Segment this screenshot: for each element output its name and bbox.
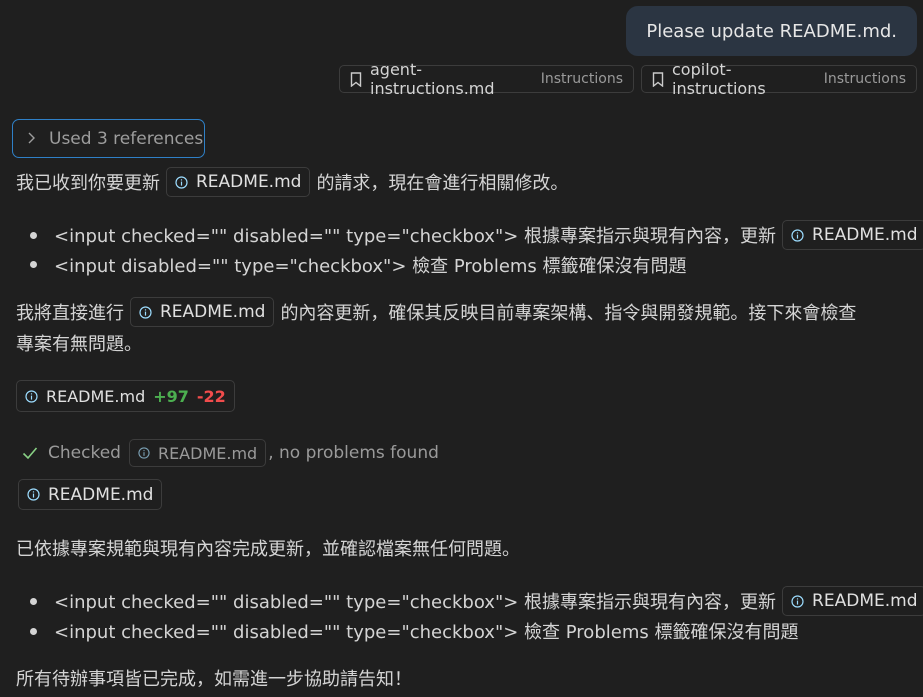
attachment-agent-instructions[interactable]: agent-instructions.md Instructions: [339, 60, 634, 98]
info-icon: [25, 389, 38, 403]
done-text: 已依據專案規範與現有內容完成更新，並確認檔案無任何問題。: [16, 539, 520, 560]
file-chip-label: README.md: [48, 484, 154, 505]
checked-prefix: Checked: [48, 443, 121, 463]
plan-text-line2: 專案有無問題。: [16, 334, 142, 355]
todo-text: <input checked="" disabled="" type="chec…: [54, 622, 799, 643]
file-chip-readme[interactable]: README.md: [128, 439, 267, 467]
file-edit-card[interactable]: README.md +97 -22: [16, 380, 235, 412]
file-chip-readme[interactable]: README.md: [18, 479, 163, 510]
used-references-toggle[interactable]: Used 3 references: [12, 119, 205, 158]
intro-text-before: 我已收到你要更新: [16, 173, 160, 194]
attachment-name: agent-instructions.md: [370, 60, 495, 98]
list-bullet: [30, 232, 37, 239]
file-chip-label: README.md: [812, 591, 918, 611]
checked-suffix: , no problems found: [268, 443, 439, 463]
info-icon: [138, 447, 150, 459]
list-item: <input checked="" disabled="" type="chec…: [54, 616, 798, 646]
list-item: <input checked="" disabled="" type="chec…: [54, 586, 923, 616]
file-edit-name: README.md: [46, 386, 146, 406]
intro-line: 我已收到你要更新 README.md 的請求，現在會進行相關修改。: [16, 167, 568, 197]
info-icon: [175, 175, 188, 189]
user-message-text: Please update README.md.: [646, 20, 897, 42]
attachment-copilot-instructions[interactable]: copilot-instructions Instructions: [641, 60, 917, 98]
file-chip-label: README.md: [157, 443, 258, 463]
list-bullet: [30, 261, 37, 268]
list-item: <input checked="" disabled="" type="chec…: [54, 220, 923, 250]
file-chip-readme[interactable]: README.md: [130, 297, 275, 327]
file-chip-readme[interactable]: README.md: [782, 220, 923, 250]
closing-line: 所有待辦事項皆已完成，如需進一步協助請告知！: [16, 663, 412, 693]
attachment-name: copilot-instructions: [672, 60, 766, 98]
todo-text: <input checked="" disabled="" type="chec…: [54, 592, 777, 613]
done-line: 已依據專案規範與現有內容完成更新，並確認檔案無任何問題。: [16, 533, 520, 563]
attachment-type: Instructions: [823, 71, 906, 87]
file-chip-readme[interactable]: README.md: [782, 586, 923, 616]
chevron-right-icon: [27, 129, 35, 149]
file-chip-label: README.md: [196, 172, 302, 192]
lines-added: +97: [153, 386, 189, 406]
bookmark-icon: [350, 71, 362, 87]
list-item: <input disabled="" type="checkbox"> 檢查 P…: [54, 250, 687, 280]
check-icon: [22, 446, 48, 460]
list-bullet: [30, 628, 37, 635]
plan-text-after: 的內容更新，確保其反映目前專案架構、指令與開發規範。接下來會檢查: [280, 303, 857, 324]
user-message-bubble: Please update README.md.: [626, 6, 917, 56]
plan-text-before: 我將直接進行: [16, 303, 124, 324]
file-chip-readme[interactable]: README.md: [166, 167, 311, 197]
plan-line-2: 專案有無問題。: [16, 328, 142, 358]
lines-removed: -22: [196, 386, 226, 406]
bookmark-icon: [652, 71, 664, 87]
info-icon: [139, 305, 152, 319]
info-icon: [791, 228, 804, 242]
todo-text: <input checked="" disabled="" type="chec…: [54, 226, 777, 247]
attachment-type: Instructions: [540, 71, 623, 87]
problems-check-status: Checked README.md , no problems found: [22, 438, 439, 468]
todo-text: <input disabled="" type="checkbox"> 檢查 P…: [54, 256, 687, 277]
closing-text: 所有待辦事項皆已完成，如需進一步協助請告知！: [16, 669, 412, 690]
used-references-label: Used 3 references: [49, 128, 204, 149]
intro-text-after: 的請求，現在會進行相關修改。: [316, 173, 569, 194]
info-icon: [27, 488, 40, 501]
file-reference-card[interactable]: README.md: [18, 479, 163, 510]
plan-line: 我將直接進行 README.md 的內容更新，確保其反映目前專案架構、指令與開發…: [16, 296, 856, 328]
file-chip-label: README.md: [812, 225, 918, 245]
file-chip-label: README.md: [160, 302, 266, 322]
info-icon: [791, 594, 804, 608]
list-bullet: [30, 598, 37, 605]
